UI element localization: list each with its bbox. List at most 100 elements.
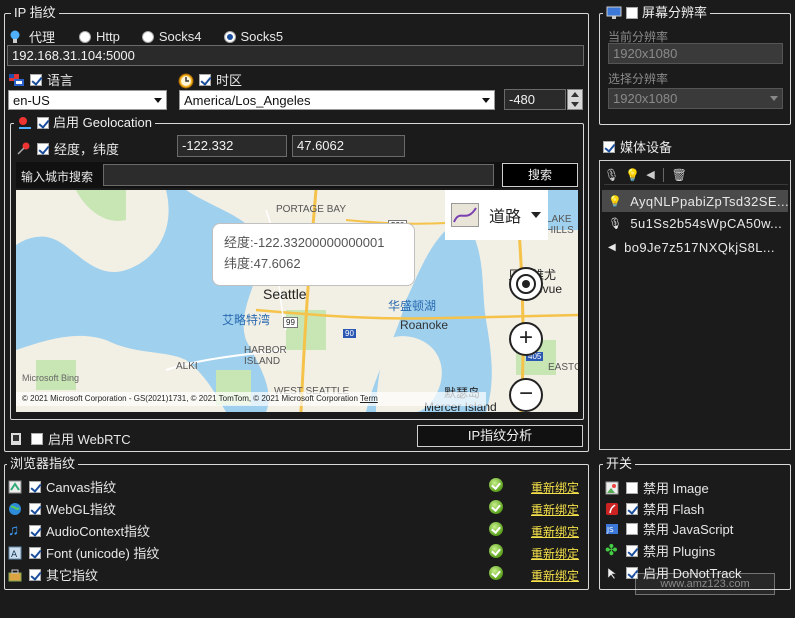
audio-status-icon (489, 522, 503, 536)
font-checkbox[interactable] (29, 546, 41, 559)
fingerprint-row-webgl: WebGL指纹 (8, 499, 116, 518)
switch-row-flash: 禁用 Flash (605, 499, 704, 518)
city-search-button[interactable]: 搜索 (502, 163, 578, 187)
other-label: 其它指纹 (46, 568, 99, 583)
ip-analyze-button[interactable]: IP指纹分析 (417, 425, 583, 447)
webrtc-checkbox[interactable] (31, 432, 43, 445)
lnglat-checkbox[interactable] (37, 142, 49, 155)
language-select-value: en-US (13, 93, 50, 108)
microphone-icon: 🎙 (608, 217, 623, 230)
speaker-icon[interactable]: ◀ (646, 168, 654, 181)
disable-flash-label: 禁用 Flash (643, 502, 705, 517)
audiocontext-checkbox[interactable] (29, 524, 41, 537)
map-label-eastgate: EASTGA (548, 362, 578, 373)
canvas-icon (8, 480, 24, 494)
trash-icon[interactable]: 🗑 (672, 168, 687, 182)
switch-row-plugins: ✤ 禁用 Plugins (605, 541, 715, 560)
ip-fingerprint-title: IP 指纹 (14, 5, 56, 20)
map-style-selector[interactable]: 道路 (445, 190, 548, 240)
canvas-rebind-link[interactable]: 重新绑定 (531, 479, 579, 496)
longitude-input[interactable]: -122.332 (177, 135, 287, 157)
other-checkbox[interactable] (29, 568, 41, 581)
language-flag-icon (9, 73, 25, 87)
disable-javascript-label: 禁用 JavaScript (643, 522, 734, 537)
resolution-checkbox[interactable] (626, 7, 638, 19)
switches-title: 开关 (606, 456, 633, 471)
city-search-input[interactable] (103, 164, 494, 186)
audio-rebind-link[interactable]: 重新绑定 (531, 523, 579, 540)
timezone-offset-input[interactable]: -480 (504, 89, 566, 110)
language-select[interactable]: en-US (8, 90, 167, 110)
tooltip-longitude: 经度:-122.33200000000001 (224, 235, 385, 250)
map-zoom-in-button[interactable]: + (509, 322, 543, 356)
svg-text:JS: JS (606, 526, 614, 534)
stepper-down-icon[interactable] (571, 102, 579, 107)
geolocation-legend: 启用 Geolocation (14, 115, 155, 131)
map-zoom-out-button[interactable]: − (509, 378, 543, 412)
media-item-label: 5u1Ss2b54sWpCA50w... (630, 215, 783, 231)
proxy-bulb-icon (8, 30, 24, 44)
map-locate-button[interactable] (509, 267, 543, 301)
microphone-icon[interactable]: 🎙 (604, 168, 619, 182)
javascript-icon: JS (605, 522, 621, 536)
webcam-icon[interactable]: 💡 (625, 168, 640, 182)
lnglat-label: 经度，纬度 (54, 142, 120, 157)
resolution-select-value: 1920x1080 (613, 91, 678, 106)
proxy-radio-socks5[interactable] (223, 30, 236, 43)
monitor-icon (606, 6, 622, 20)
disable-plugins-checkbox[interactable] (626, 544, 638, 557)
font-rebind-link[interactable]: 重新绑定 (531, 545, 579, 562)
language-row: 语言 (9, 70, 73, 89)
proxy-option-socks5[interactable]: Socks5 (241, 29, 284, 44)
proxy-radio-http[interactable] (79, 30, 92, 43)
proxy-radio-socks4[interactable] (141, 30, 154, 43)
disable-flash-checkbox[interactable] (626, 502, 638, 515)
latitude-input[interactable]: 47.6062 (292, 135, 405, 157)
media-checkbox[interactable] (603, 140, 615, 153)
proxy-address-input[interactable]: 192.168.31.104:5000 (7, 45, 584, 66)
stepper-up-icon[interactable] (571, 92, 579, 97)
media-list-item[interactable]: ◀ bo9Je7z517NXQkjS8L... (602, 236, 788, 258)
media-list-item[interactable]: 💡 AyqNLPpabiZpTsd32SE... (602, 190, 788, 212)
proxy-option-http[interactable]: Http (96, 29, 120, 44)
timezone-checkbox[interactable] (199, 73, 211, 86)
cursor-icon (605, 566, 621, 580)
resolution-select[interactable]: 1920x1080 (608, 88, 783, 109)
city-search-bar: 输入城市搜索 搜索 (16, 162, 578, 188)
watermark: www.amz123.com (635, 573, 775, 595)
timezone-row: 时区 (178, 70, 242, 89)
music-note-icon: ♫ (8, 521, 20, 539)
canvas-checkbox[interactable] (29, 480, 41, 493)
canvas-label: Canvas指纹 (46, 480, 117, 495)
geolocation-pin-icon (17, 116, 33, 130)
map-copyright-bar: © 2021 Microsoft Corporation - GS(2021)1… (16, 392, 486, 406)
timezone-select[interactable]: America/Los_Angeles (179, 90, 495, 110)
lnglat-row: 经度，纬度 (16, 139, 119, 158)
map-view[interactable]: PORTAGE BAY Seattle 艾略特湾 华盛顿湖 Roanoke HA… (16, 190, 578, 412)
fingerprint-row-other: 其它指纹 (8, 565, 98, 584)
proxy-row: 代理 Http Socks4 Socks5 (8, 27, 283, 46)
svg-text:A: A (11, 550, 18, 560)
proxy-label: 代理 (29, 30, 56, 45)
disable-image-checkbox[interactable] (626, 481, 638, 494)
locate-icon (516, 274, 536, 294)
language-label: 语言 (47, 73, 74, 88)
proxy-option-socks4[interactable]: Socks4 (159, 29, 202, 44)
other-rebind-link[interactable]: 重新绑定 (531, 567, 579, 584)
map-label-alki: ALKI (176, 361, 198, 372)
map-label-elliott-bay: 艾略特湾 (222, 313, 271, 327)
webgl-rebind-link[interactable]: 重新绑定 (531, 501, 579, 518)
media-list-item[interactable]: 🎙 5u1Ss2b54sWpCA50w... (602, 212, 788, 234)
timezone-offset-stepper[interactable] (567, 89, 583, 110)
flash-icon (605, 502, 621, 516)
map-terms-link[interactable]: Term (360, 394, 378, 403)
language-checkbox[interactable] (30, 73, 42, 86)
speaker-icon: ◀ (608, 241, 617, 253)
fingerprint-row-canvas: Canvas指纹 (8, 477, 116, 496)
disable-javascript-checkbox[interactable] (626, 522, 638, 535)
puzzle-icon: ✤ (605, 541, 618, 559)
media-toolbar: 🎙 💡 ◀ 🗑 (604, 165, 788, 185)
webgl-checkbox[interactable] (29, 502, 41, 515)
geolocation-checkbox[interactable] (37, 117, 49, 129)
map-label-lake-hills: LAKE HILLS (546, 214, 574, 236)
